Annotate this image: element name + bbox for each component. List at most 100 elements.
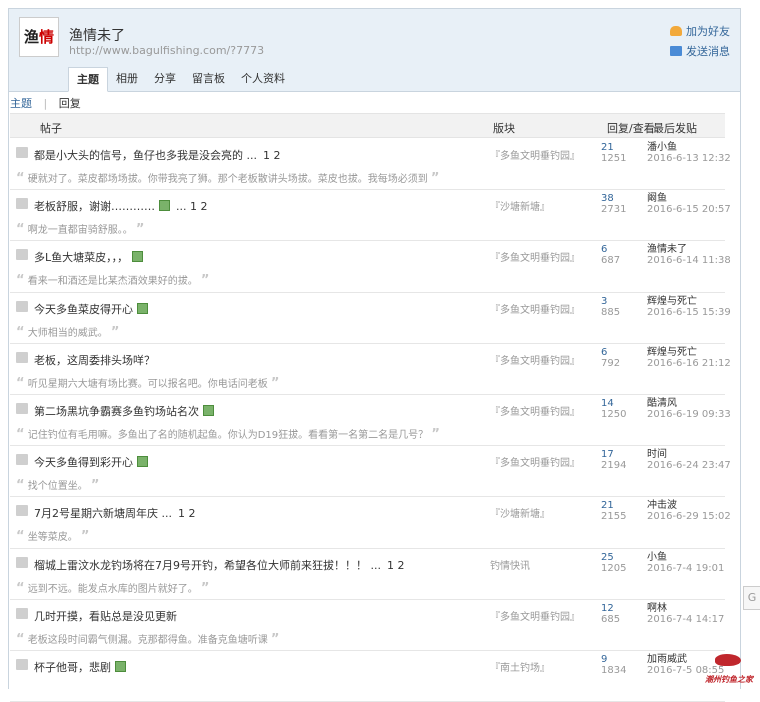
post-forum-link[interactable]: 『多鱼文明垂钓园』 — [490, 454, 580, 469]
post-replies[interactable]: 6 — [601, 347, 607, 358]
post-pages[interactable]: ... 1 2 — [176, 200, 207, 213]
post-forum-link[interactable]: 『多鱼文明垂钓园』 — [490, 147, 580, 162]
last-post-time[interactable]: 2016-6-13 12:32 — [647, 153, 731, 164]
add-friend-button[interactable]: 加为好友 — [670, 21, 730, 41]
post-title-link[interactable]: 今天多鱼菜皮得开心 — [34, 301, 148, 317]
post-title-link[interactable]: 7月2号星期六新塘周年庆 ... 1 2 — [34, 505, 195, 521]
tab-topics[interactable]: 主题 — [68, 67, 108, 92]
last-poster[interactable]: 渔情未了 — [647, 244, 687, 255]
topic-icon — [16, 402, 28, 414]
post-excerpt: “ 大师相当的威武。 ” — [16, 324, 119, 340]
post-forum-link[interactable]: 『多鱼文明垂钓园』 — [490, 301, 580, 316]
post-forum-link[interactable]: 『多鱼文明垂钓园』 — [490, 403, 580, 418]
post-forum-link[interactable]: 『多鱼文明垂钓园』 — [490, 249, 580, 264]
post-forum-link[interactable]: 『多鱼文明垂钓园』 — [490, 608, 580, 623]
post-title[interactable]: 多L鱼大塘菜皮，，， — [34, 251, 128, 264]
post-title[interactable]: 今天多鱼菜皮得开心 — [34, 303, 133, 316]
post-pages[interactable]: 1 2 — [178, 507, 196, 520]
subnav-topics-link[interactable]: 主题 — [10, 97, 32, 110]
last-post-time[interactable]: 2016-6-29 15:02 — [647, 511, 731, 522]
post-title-link[interactable]: 老板舒服，谢谢………… ... 1 2 — [34, 198, 207, 214]
post-replies[interactable]: 21 — [601, 142, 614, 153]
post-excerpt-text: 记住钓位有毛用嘛。多鱼出了名的随机起鱼。你认为D19狂拔。看看第一名第二名是几号… — [27, 429, 429, 441]
close-quote-icon: ” — [431, 426, 440, 442]
post-title[interactable]: 老板，这周委排头场咩？ — [34, 354, 155, 367]
post-excerpt-text: 大师相当的威武。 — [27, 327, 108, 339]
post-forum-link[interactable]: 『沙塘新塘』 — [490, 505, 550, 520]
post-title[interactable]: 今天多鱼得到彩开心 — [34, 456, 133, 469]
post-forum-link[interactable]: 『沙塘新塘』 — [490, 198, 550, 213]
last-poster[interactable]: 啊林 — [647, 603, 667, 614]
post-title-link[interactable]: 几时开摸，看贴总是没见更新 — [34, 608, 177, 624]
last-poster[interactable]: 小鱼 — [647, 552, 667, 563]
tab-share[interactable]: 分享 — [146, 67, 184, 92]
last-post-time[interactable]: 2016-6-15 15:39 — [647, 307, 731, 318]
post-replies[interactable]: 3 — [601, 296, 607, 307]
last-post-time[interactable]: 2016-7-4 14:17 — [647, 614, 724, 625]
post-title-link[interactable]: 今天多鱼得到彩开心 — [34, 454, 148, 470]
post-title[interactable]: 杯子他哥，悲剧 — [34, 661, 111, 674]
post-title[interactable]: 都是小大头的信号，鱼仔也多我是没会亮的 ... — [34, 149, 257, 162]
post-excerpt-text: 老板这段时间霸气侧漏。克那都得鱼。准备克鱼塘听课 — [27, 634, 268, 646]
post-replies[interactable]: 38 — [601, 193, 614, 204]
post-pages[interactable]: 1 2 — [387, 559, 405, 572]
table-row: 杯子他哥，悲剧 『南土钓场』 9 1834 加雨威武 2016-7-5 08:55 — [10, 651, 725, 702]
post-forum-link[interactable]: 钓情快讯 — [490, 557, 530, 572]
tab-guestbook[interactable]: 留言板 — [184, 67, 233, 92]
post-pages[interactable]: 1 2 — [263, 149, 281, 162]
image-attachment-icon — [137, 302, 148, 314]
tab-album[interactable]: 相册 — [108, 67, 146, 92]
post-forum-link[interactable]: 『南土钓场』 — [490, 659, 550, 674]
post-title-link[interactable]: 都是小大头的信号，鱼仔也多我是没会亮的 ... 1 2 — [34, 147, 281, 163]
last-poster[interactable]: 时间 — [647, 449, 667, 460]
last-post-time[interactable]: 2016-6-19 09:33 — [647, 409, 731, 420]
last-poster[interactable]: 冲击波 — [647, 500, 677, 511]
send-message-button[interactable]: 发送消息 — [670, 41, 730, 61]
last-poster[interactable]: 辉煌与死亡 — [647, 296, 697, 307]
avatar[interactable]: 渔 情 — [19, 17, 59, 57]
post-replies[interactable]: 21 — [601, 500, 614, 511]
post-excerpt: “ 老板这段时间霸气侧漏。克那都得鱼。准备克鱼塘听课 ” — [16, 631, 279, 647]
post-title-link[interactable]: 第二场黑坑争霸赛多鱼钓场站名次 — [34, 403, 214, 419]
open-quote-icon: “ — [16, 478, 25, 494]
post-excerpt-text: 看来一和酒还是比某杰酒效果好的拔。 — [27, 276, 198, 288]
last-poster[interactable]: 酷清风 — [647, 398, 677, 409]
post-excerpt-text: 硬就对了。菜皮都场场拔。你带我亮了狮。那个老板散讲头场拔。菜皮也拔。我每场必须到 — [27, 174, 428, 185]
last-poster[interactable]: 潘小鱼 — [647, 142, 677, 153]
last-post-time[interactable]: 2016-6-16 21:12 — [647, 358, 731, 369]
post-replies[interactable]: 14 — [601, 398, 614, 409]
post-replies[interactable]: 9 — [601, 654, 607, 665]
last-poster[interactable]: 阚鱼 — [647, 193, 667, 204]
post-replies[interactable]: 6 — [601, 244, 607, 255]
post-replies[interactable]: 25 — [601, 552, 614, 563]
add-friend-label: 加为好友 — [686, 25, 730, 38]
post-title[interactable]: 7月2号星期六新塘周年庆 ... — [34, 507, 172, 520]
watermark-text: 潮州钓鱼之家 — [705, 675, 753, 684]
tab-profile[interactable]: 个人资料 — [233, 67, 293, 92]
subnav-replies-link[interactable]: 回复 — [59, 97, 81, 110]
post-title[interactable]: 榴城上雷汶水龙钓场将在7月9号开钓，希望各位大师前来狂拔！！！ ... — [34, 559, 381, 572]
last-poster[interactable]: 加雨威武 — [647, 654, 687, 665]
post-title[interactable]: 几时开摸，看贴总是没见更新 — [34, 610, 177, 623]
last-post-time[interactable]: 2016-6-24 23:47 — [647, 460, 731, 471]
last-post-time[interactable]: 2016-7-4 19:01 — [647, 563, 724, 574]
post-title-link[interactable]: 多L鱼大塘菜皮，，， — [34, 249, 144, 265]
profile-url[interactable]: http://www.bagulfishing.com/?7773 — [69, 44, 264, 57]
post-title[interactable]: 老板舒服，谢谢………… — [34, 200, 155, 213]
last-poster[interactable]: 辉煌与死亡 — [647, 347, 697, 358]
post-forum-link[interactable]: 『多鱼文明垂钓园』 — [490, 352, 580, 367]
post-list: 都是小大头的信号，鱼仔也多我是没会亮的 ... 1 2 “ 硬就对了。菜皮都场场拔。… — [10, 139, 731, 702]
post-replies[interactable]: 17 — [601, 449, 614, 460]
post-title[interactable]: 第二场黑坑争霸赛多鱼钓场站名次 — [34, 405, 199, 418]
post-title-link[interactable]: 杯子他哥，悲剧 — [34, 659, 126, 675]
post-replies[interactable]: 12 — [601, 603, 614, 614]
post-excerpt-text: 啊龙一直都宙骑舒服。。 — [27, 225, 133, 237]
subnav: 主题 | 回复 — [10, 95, 81, 111]
post-title-link[interactable]: 榴城上雷汶水龙钓场将在7月9号开钓，希望各位大师前来狂拔！！！ ... 1 2 — [34, 557, 404, 573]
post-title-link[interactable]: 老板，这周委排头场咩？ — [34, 352, 155, 368]
side-scroll-button[interactable]: G — [743, 586, 760, 610]
image-attachment-icon — [132, 251, 144, 263]
last-post-time[interactable]: 2016-6-14 11:38 — [647, 255, 731, 266]
table-row: 今天多鱼菜皮得开心 “ 大师相当的威武。 ” 『多鱼文明垂钓园』 3 885 辉煌与死亡 2… — [10, 293, 731, 344]
last-post-time[interactable]: 2016-6-15 20:57 — [647, 204, 731, 215]
